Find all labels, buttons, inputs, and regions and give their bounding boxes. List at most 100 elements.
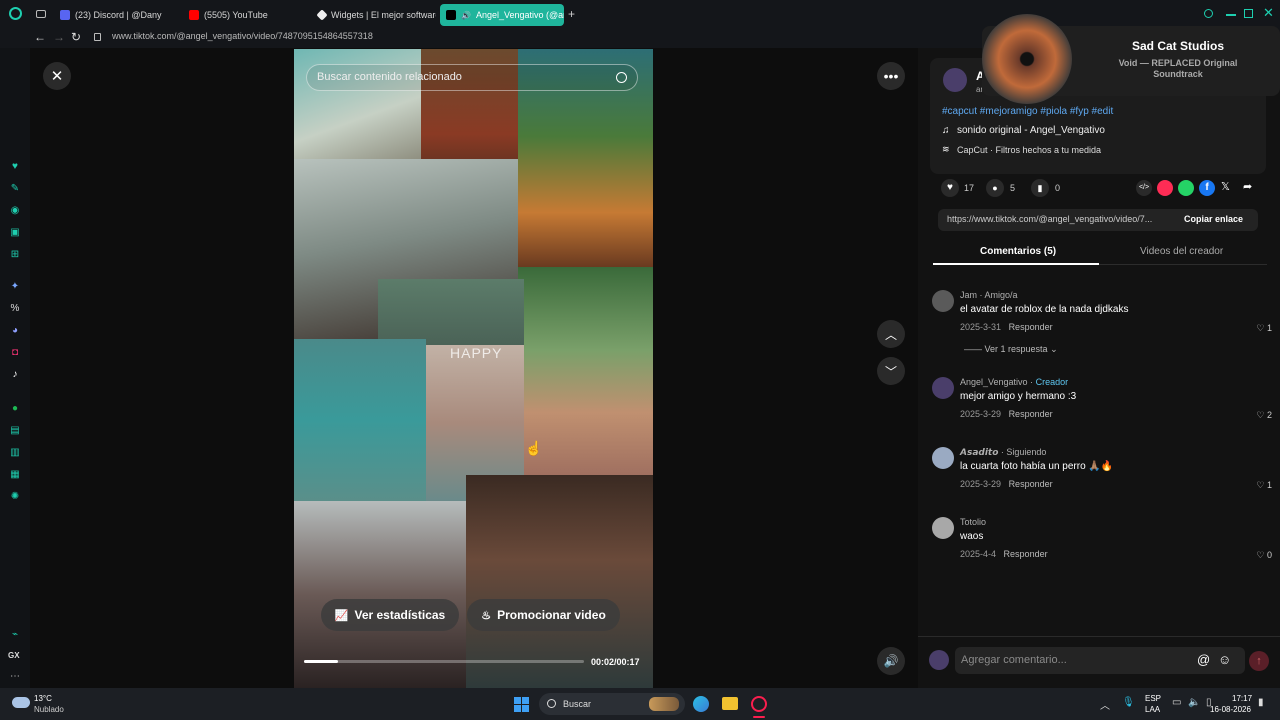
search-icon[interactable]	[1204, 9, 1213, 18]
progress-track[interactable]	[304, 660, 584, 663]
now-playing-widget[interactable]: Sad Cat Studios Void — REPLACED Original…	[982, 14, 1280, 104]
url-field[interactable]: www.tiktok.com/@angel_vengativo/video/74…	[112, 31, 373, 41]
emoji-icon[interactable]: ☺	[1218, 652, 1231, 667]
tab-overview-icon[interactable]	[36, 10, 46, 18]
author-avatar[interactable]	[943, 68, 967, 92]
tab-creator-videos[interactable]: Videos del creador	[1140, 246, 1223, 257]
view-stats-button[interactable]: 📈 Ver estadísticas	[321, 599, 459, 631]
weather-cloud-icon[interactable]	[12, 697, 30, 708]
x-icon[interactable]: 𝕏	[1221, 180, 1230, 193]
send-icon[interactable]	[1157, 180, 1173, 196]
comment-input[interactable]: Agregar comentario... @ ☺	[955, 647, 1245, 674]
new-tab-icon[interactable]: +	[568, 8, 575, 20]
tray-chevron-icon[interactable]: ︿	[1100, 697, 1110, 712]
facebook-icon[interactable]: f	[1199, 180, 1215, 196]
happy-overlay-text: HAPPY	[450, 345, 503, 361]
gift-icon[interactable]: ⊞	[9, 249, 21, 261]
bookmark-icon[interactable]: ▮	[1031, 179, 1049, 197]
language-primary[interactable]: ESP	[1145, 694, 1161, 703]
copilot-icon[interactable]	[693, 696, 709, 712]
comment-like[interactable]: ♡ 0	[1256, 550, 1272, 561]
comment-user[interactable]: Totolio	[960, 517, 986, 527]
ai-star-icon[interactable]: ✦	[9, 281, 21, 293]
tab-discord[interactable]: (23) Discord | @Dany	[54, 4, 178, 26]
eye-icon[interactable]: ◉	[9, 205, 21, 217]
reply-button[interactable]: Responder	[1009, 409, 1053, 419]
opera-gx-taskbar-icon[interactable]	[751, 696, 767, 712]
discord-icon[interactable]: ◕	[9, 325, 21, 337]
volume-tray-icon[interactable]: 🔈	[1188, 697, 1200, 708]
close-window-icon[interactable]: ✕	[1263, 5, 1274, 21]
share-link-text: https://www.tiktok.com/@angel_vengativo/…	[947, 214, 1153, 224]
reply-button[interactable]: Responder	[1009, 322, 1053, 332]
whatsapp-icon[interactable]	[1178, 180, 1194, 196]
wallet-icon[interactable]: ▥	[9, 447, 21, 459]
comment-user[interactable]: Jam · Amigo/a	[960, 290, 1018, 300]
tab-widgets[interactable]: Widgets | El mejor software	[312, 4, 436, 26]
windows-start-icon[interactable]	[514, 697, 529, 712]
comment-like[interactable]: ♡ 1	[1256, 323, 1272, 334]
share-icon[interactable]: ➦	[1243, 180, 1252, 193]
related-search-input[interactable]: Buscar contenido relacionado	[306, 64, 638, 91]
avatar[interactable]	[932, 290, 954, 312]
heart-pulse-icon[interactable]: ♥	[9, 161, 21, 173]
gx-label[interactable]: GX	[8, 651, 20, 660]
volume-button[interactable]: 🔊	[877, 647, 905, 675]
next-video-button[interactable]: ﹀	[877, 357, 905, 385]
network-icon[interactable]: ▭	[1172, 697, 1181, 708]
back-arrow-icon[interactable]: ←	[34, 30, 46, 44]
opera-logo-icon[interactable]	[9, 7, 22, 20]
copy-link-button[interactable]: Copiar enlace	[1184, 214, 1243, 224]
mention-icon[interactable]: @	[1197, 652, 1210, 667]
percent-icon[interactable]: %	[9, 303, 21, 315]
more-icon[interactable]: ⋯	[9, 671, 21, 683]
tab-youtube[interactable]: (5505) YouTube	[183, 4, 307, 26]
notifications-icon[interactable]: ▮	[1258, 697, 1264, 708]
more-options-button[interactable]: •••	[877, 62, 905, 90]
share-link-field[interactable]: https://www.tiktok.com/@angel_vengativo/…	[938, 209, 1258, 231]
reload-icon[interactable]: ↻	[71, 30, 81, 44]
box-icon[interactable]: ▣	[9, 227, 21, 239]
view-replies[interactable]: —— Ver 1 respuesta ⌄	[964, 344, 1058, 355]
like-icon[interactable]: ♥	[941, 179, 959, 197]
send-comment-button[interactable]: ↑	[1249, 651, 1269, 671]
tab-tiktok[interactable]: 🔊 Angel_Vengativo (@ang	[440, 4, 564, 26]
reply-button[interactable]: Responder	[1004, 549, 1048, 559]
embed-icon[interactable]: </>	[1136, 180, 1152, 196]
tab-comments[interactable]: Comentarios (5)	[980, 246, 1056, 257]
close-video-button[interactable]: ✕	[43, 62, 71, 90]
notes-icon[interactable]: ▤	[9, 425, 21, 437]
settings-icon[interactable]: ✺	[9, 491, 21, 503]
instagram-icon[interactable]: ◘	[9, 347, 21, 359]
capcut-promo[interactable]: CapCut · Filtros hechos a tu medida	[957, 145, 1101, 155]
paint-icon[interactable]: ✎	[9, 183, 21, 195]
spotify-icon[interactable]: ●	[9, 403, 21, 415]
promote-video-button[interactable]: ♨ Promocionar video	[467, 599, 620, 631]
lock-icon	[94, 33, 101, 41]
comment-user[interactable]: Angel_Vengativo · Creador	[960, 377, 1068, 387]
microphone-icon[interactable]: 🎙	[1122, 697, 1135, 708]
avatar[interactable]	[932, 377, 954, 399]
comment-user[interactable]: 𝘼𝙨𝙖𝙙𝙞𝙩𝙤 · Siguiendo	[960, 447, 1046, 458]
minimize-icon[interactable]	[1226, 14, 1236, 16]
reply-button[interactable]: Responder	[1009, 479, 1053, 489]
clock-time[interactable]: 17:17	[1232, 694, 1252, 703]
avatar[interactable]	[932, 447, 954, 469]
forward-arrow-icon[interactable]: →	[53, 30, 65, 44]
comment-like[interactable]: ♡ 1	[1256, 480, 1272, 491]
post-sound[interactable]: sonido original - Angel_Vengativo	[957, 125, 1105, 136]
keyboard-icon[interactable]: ▦	[9, 469, 21, 481]
previous-video-button[interactable]: ︿	[877, 320, 905, 348]
video-player[interactable]: HAPPY 00:02/00:17	[294, 49, 653, 688]
maximize-icon[interactable]	[1244, 9, 1253, 18]
taskbar-search[interactable]: Buscar	[539, 693, 685, 715]
post-hashtags[interactable]: #capcut #mejoramigo #piola #fyp #edit	[942, 106, 1113, 117]
weather-temp[interactable]: 13°C	[34, 694, 52, 703]
file-explorer-icon[interactable]	[722, 697, 738, 710]
sidebar-extra-icon[interactable]: ⌁	[9, 629, 21, 641]
search-icon[interactable]	[616, 72, 627, 83]
tiktok-icon[interactable]: ♪	[9, 369, 21, 381]
comment-icon[interactable]: ●	[986, 179, 1004, 197]
avatar[interactable]	[932, 517, 954, 539]
comment-like[interactable]: ♡ 2	[1256, 410, 1272, 421]
